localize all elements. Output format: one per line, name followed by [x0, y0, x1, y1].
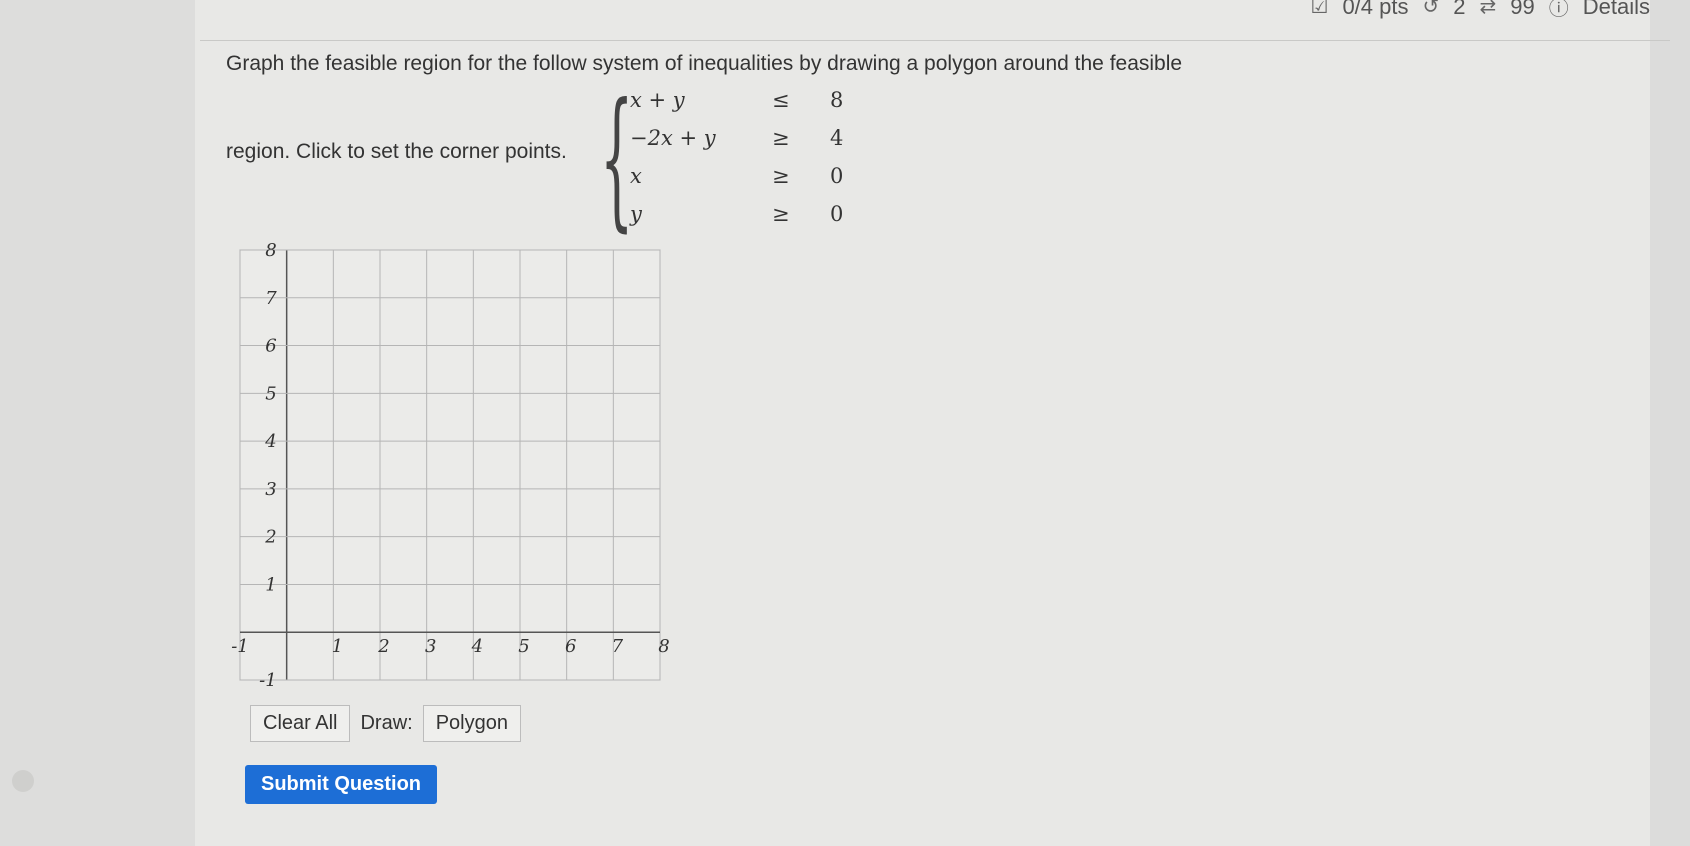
- retry-icon: ↺: [1422, 0, 1440, 18]
- plot-area: [239, 249, 661, 681]
- graph-controls: Clear All Draw: Polygon: [250, 705, 521, 742]
- submissions-count: 99: [1510, 0, 1535, 19]
- question-line-1: Graph the feasible region for the follow…: [226, 52, 1183, 75]
- y-tick-label: -1: [259, 670, 277, 691]
- y-tick-label: 4: [264, 431, 276, 452]
- points-text: 0/4 pts: [1342, 0, 1409, 19]
- info-icon[interactable]: ⓘ: [1549, 0, 1569, 21]
- y-tick-label: 5: [265, 383, 276, 404]
- x-tick-label: 4: [471, 636, 483, 657]
- y-tick-label: 3: [265, 479, 276, 500]
- left-margin: [0, 0, 195, 846]
- question-header: ☑ 0/4 pts ↺ 2 ⇄ 99 ⓘ Details: [200, 0, 1670, 41]
- x-tick-label: 7: [612, 636, 624, 657]
- x-tick-label: 8: [658, 636, 669, 657]
- brace-icon: {: [600, 72, 634, 246]
- polygon-button[interactable]: Polygon: [422, 705, 521, 742]
- status-bar: ☑ 0/4 pts ↺ 2 ⇄ 99 ⓘ Details: [1311, 0, 1651, 21]
- coordinate-grid[interactable]: -1 1 2 3 4 5 6 7 8 8 7 6 5 4 3 2 1 -1: [230, 240, 680, 700]
- draw-label: Draw:: [360, 712, 413, 734]
- x-tick-label: -1: [231, 636, 249, 657]
- x-tick-label: 1: [332, 636, 343, 657]
- x-tick-label: 6: [565, 636, 576, 657]
- scroll-indicator: [12, 770, 34, 792]
- y-tick-label: 8: [265, 240, 276, 261]
- points-icon: ☑: [1310, 0, 1329, 18]
- x-tick-label: 5: [518, 636, 529, 657]
- graph-canvas[interactable]: -1 1 2 3 4 5 6 7 8 8 7 6 5 4 3 2 1 -1: [230, 240, 680, 700]
- x-tick-label: 3: [425, 636, 436, 657]
- right-margin: [1650, 0, 1690, 846]
- retries-count: 2: [1453, 0, 1466, 19]
- y-tick-label: 2: [264, 527, 276, 548]
- x-tick-label: 2: [377, 636, 389, 657]
- inequality-system: { x + y ≤ 8 −2x + y ≥ 4 x ≥ 0 y ≥ 0: [600, 72, 844, 246]
- y-tick-label: 1: [265, 574, 276, 595]
- clear-all-button[interactable]: Clear All: [250, 705, 351, 742]
- y-tick-label: 6: [265, 336, 276, 357]
- details-link[interactable]: Details: [1583, 0, 1650, 20]
- y-tick-label: 7: [265, 288, 277, 309]
- question-line-2: region. Click to set the corner points.: [226, 140, 567, 163]
- submit-question-button[interactable]: Submit Question: [245, 765, 437, 804]
- submissions-icon: ⇄: [1479, 0, 1497, 18]
